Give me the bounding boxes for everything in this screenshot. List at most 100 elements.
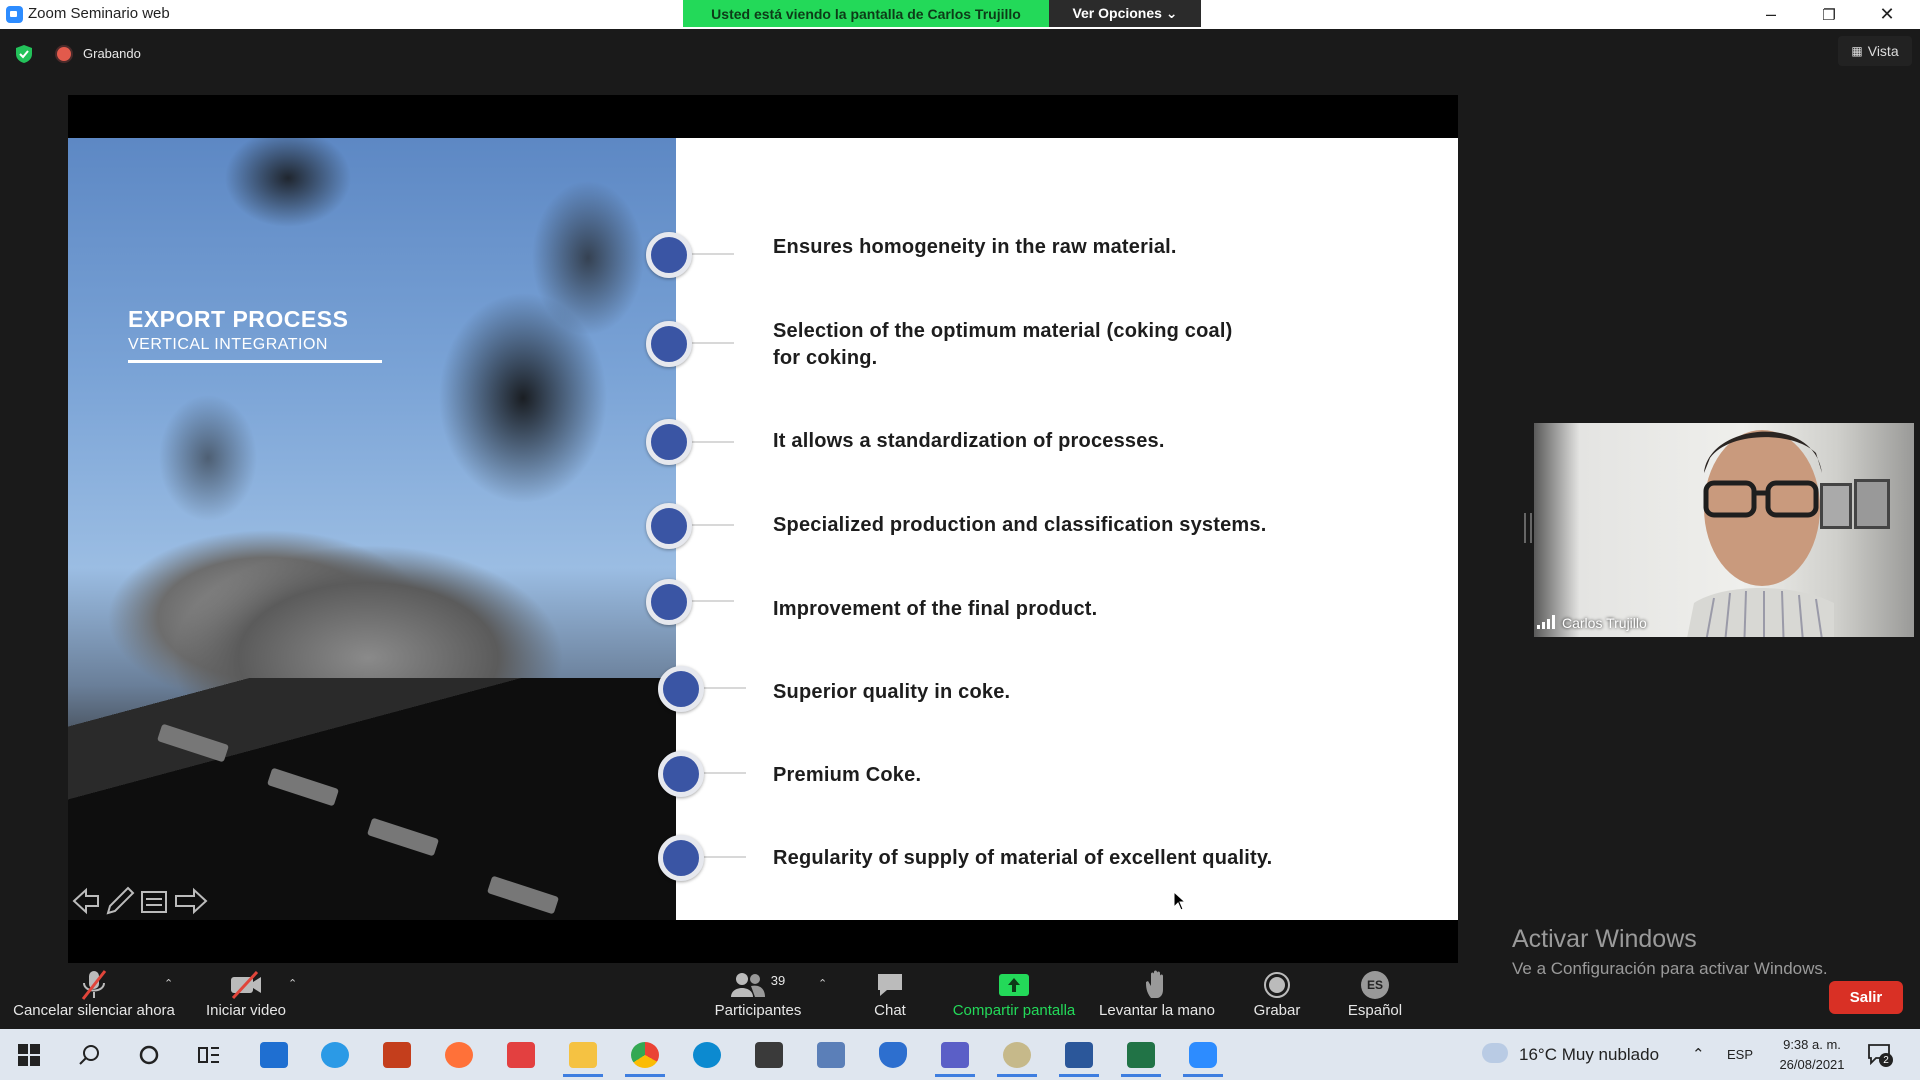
clock-date: 26/08/2021 xyxy=(1779,1057,1845,1072)
panel-resize-handle[interactable] xyxy=(1524,513,1532,543)
participant-video-tile[interactable]: Carlos Trujillo xyxy=(1534,423,1914,637)
internet-explorer-icon xyxy=(321,1041,349,1068)
audio-options-chevron-icon[interactable]: ⌃ xyxy=(164,977,173,990)
taskbar-gift-app[interactable] xyxy=(498,1032,544,1077)
participant-name: Carlos Trujillo xyxy=(1562,615,1647,631)
taskbar-paint[interactable] xyxy=(994,1032,1040,1077)
taskbar-internet-explorer[interactable] xyxy=(312,1032,358,1077)
participants-chevron-icon[interactable]: ⌃ xyxy=(818,977,827,990)
next-slide-icon[interactable] xyxy=(175,887,208,915)
chat-label: Chat xyxy=(874,1002,906,1019)
store-icon xyxy=(755,1041,783,1068)
bullet-connector xyxy=(692,600,734,602)
taskbar-store[interactable] xyxy=(746,1032,792,1077)
taskbar-chrome[interactable] xyxy=(622,1032,668,1077)
share-screen-button[interactable]: Compartir pantalla xyxy=(944,968,1084,1019)
security-shield-icon[interactable] xyxy=(16,45,32,63)
wall-frame xyxy=(1854,479,1890,529)
search-icon xyxy=(79,1044,99,1065)
microphone-muted-icon xyxy=(81,970,107,1000)
tray-overflow-chevron-icon[interactable]: ⌃ xyxy=(1692,1045,1705,1063)
action-center-button[interactable]: 2 xyxy=(1867,1043,1893,1067)
slide-navigation-controls xyxy=(72,886,208,915)
presentation-slide: EXPORT PROCESS VERTICAL INTEGRATION Ensu… xyxy=(68,138,1458,920)
taskbar-security[interactable] xyxy=(870,1032,916,1077)
taskbar-remote-app[interactable] xyxy=(808,1032,854,1077)
restore-button[interactable]: ❐ xyxy=(1800,0,1858,29)
bullet-connector xyxy=(692,342,734,344)
grid-icon: ▦ xyxy=(1851,44,1863,58)
wall-frame xyxy=(1820,483,1852,529)
defender-shield-icon xyxy=(879,1041,907,1068)
participants-label: Participantes xyxy=(714,1002,802,1019)
leave-button[interactable]: Salir xyxy=(1829,981,1903,1014)
notification-count-badge: 2 xyxy=(1879,1053,1893,1067)
share-screen-label: Compartir pantalla xyxy=(952,1002,1076,1019)
activate-windows-title: Activar Windows xyxy=(1512,925,1697,953)
bullet-connector xyxy=(704,856,746,858)
taskbar-excel[interactable] xyxy=(1118,1032,1164,1077)
bullet-dot xyxy=(646,419,692,465)
weather-text[interactable]: 16°C Muy nublado xyxy=(1519,1045,1659,1065)
view-options-button[interactable]: Ver Opciones ⌄ xyxy=(1049,0,1201,27)
share-screen-icon xyxy=(999,974,1029,996)
taskbar-file-explorer[interactable] xyxy=(560,1032,606,1077)
previous-slide-icon[interactable] xyxy=(72,887,99,915)
raise-hand-button[interactable]: Levantar la mano xyxy=(1094,968,1220,1019)
taskbar-edge[interactable] xyxy=(684,1032,730,1077)
remote-app-icon xyxy=(817,1041,845,1068)
bullet-connector xyxy=(692,253,734,255)
start-video-label: Iniciar video xyxy=(205,1002,287,1019)
chrome-icon xyxy=(631,1041,659,1068)
language-globe-icon: ES xyxy=(1361,971,1389,999)
chat-button[interactable]: Chat xyxy=(860,968,920,1019)
bullet-2-line-1: Selection of the optimum material (cokin… xyxy=(773,320,1233,342)
recording-icon xyxy=(57,47,71,61)
menu-icon[interactable] xyxy=(141,891,167,913)
taskbar-teams[interactable] xyxy=(932,1032,978,1077)
bullet-4: Specialized production and classificatio… xyxy=(773,514,1267,536)
view-button[interactable]: ▦ Vista xyxy=(1838,36,1912,66)
taskbar-firefox[interactable] xyxy=(436,1032,482,1077)
participants-icon xyxy=(730,973,765,997)
taskbar-powerpoint[interactable] xyxy=(374,1032,420,1077)
task-view-button[interactable] xyxy=(186,1032,232,1077)
minimize-button[interactable]: – xyxy=(1742,0,1800,29)
input-language[interactable]: ESP xyxy=(1727,1047,1753,1062)
pen-icon[interactable] xyxy=(106,886,135,915)
clock-time: 9:38 a. m. xyxy=(1783,1037,1841,1052)
mail-icon xyxy=(260,1041,288,1068)
record-label: Grabar xyxy=(1253,1002,1301,1019)
bullet-3: It allows a standardization of processes… xyxy=(773,430,1165,452)
title-underline xyxy=(128,360,382,363)
taskbar-word[interactable] xyxy=(1056,1032,1102,1077)
activate-windows-subtitle: Ve a Configuración para activar Windows. xyxy=(1512,959,1828,978)
taskbar-mail[interactable] xyxy=(251,1032,297,1077)
taskbar-zoom[interactable] xyxy=(1180,1032,1226,1077)
bullet-dot xyxy=(658,666,704,712)
language-interpretation-button[interactable]: ES Español xyxy=(1340,968,1410,1019)
start-button[interactable] xyxy=(6,1032,52,1077)
gift-icon xyxy=(507,1041,535,1068)
close-button[interactable]: ✕ xyxy=(1858,0,1916,29)
video-options-chevron-icon[interactable]: ⌃ xyxy=(288,977,297,990)
bullet-connector xyxy=(692,524,734,526)
bullet-connector xyxy=(704,772,746,774)
bullet-dot xyxy=(646,503,692,549)
zoom-icon xyxy=(1189,1041,1217,1068)
clock[interactable]: 9:38 a. m. 26/08/2021 xyxy=(1772,1035,1852,1075)
bullet-2-line-2: for coking. xyxy=(773,347,878,369)
unmute-button[interactable]: Cancelar silenciar ahora xyxy=(8,968,180,1019)
start-video-button[interactable]: Iniciar video xyxy=(196,968,296,1019)
video-camera-off-icon xyxy=(231,971,261,999)
bullet-connector xyxy=(704,687,746,689)
cortana-button[interactable] xyxy=(126,1032,172,1077)
search-button[interactable] xyxy=(66,1032,112,1077)
participant-video-feed xyxy=(1687,430,1834,637)
slide-subtitle: VERTICAL INTEGRATION xyxy=(128,336,328,353)
record-button[interactable]: Grabar xyxy=(1242,968,1312,1019)
bullet-1: Ensures homogeneity in the raw material. xyxy=(773,236,1177,258)
participants-button[interactable]: 39 Participantes xyxy=(708,968,808,1020)
screen-share-banner: Usted está viendo la pantalla de Carlos … xyxy=(683,0,1049,27)
signal-strength-icon xyxy=(1537,615,1555,629)
